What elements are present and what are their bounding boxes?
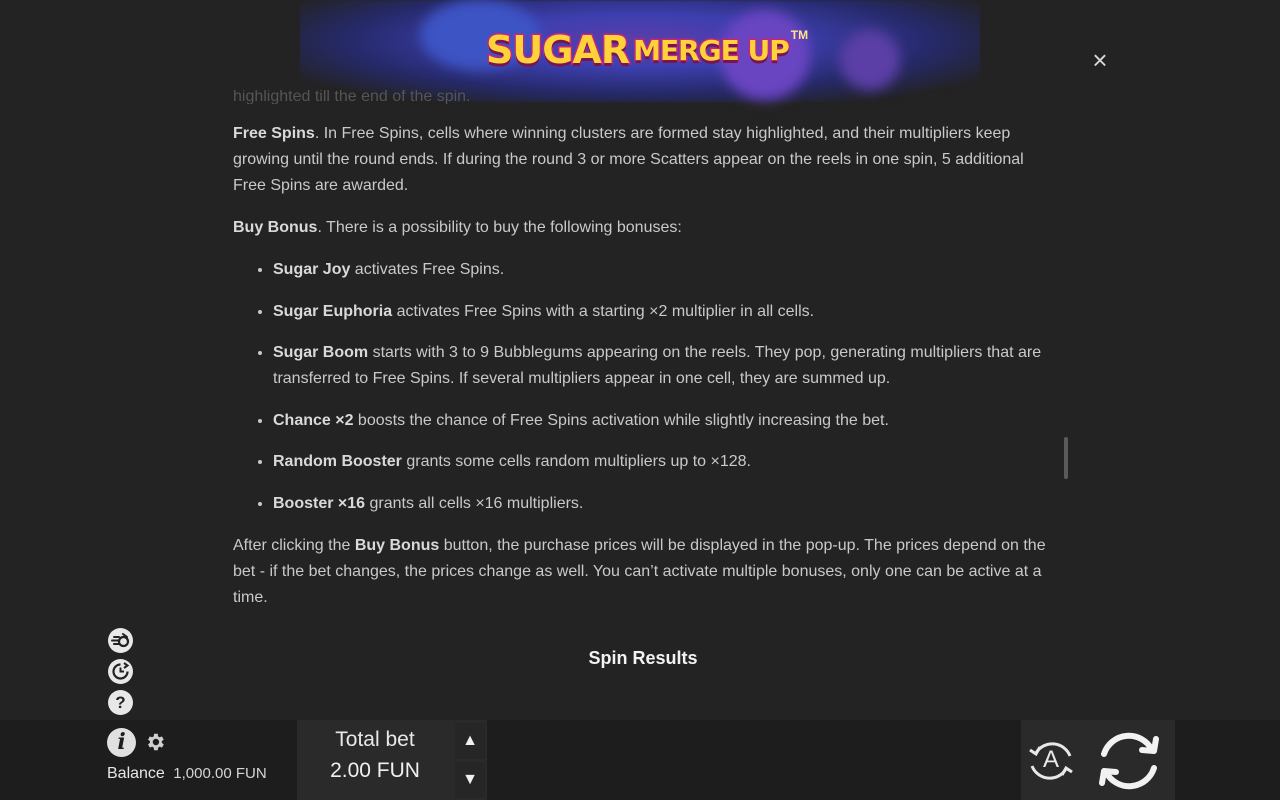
bonus-name: Sugar Boom [273,344,369,362]
bonus-description: grants some cells random multipliers up … [401,453,751,471]
spin-results-title: Spin Results [588,647,698,668]
balance-display: Balance 1,000.00 FUN [107,765,267,783]
bonus-name: Booster ×16 [273,494,366,512]
info-glyph: i [117,729,126,755]
close-icon: × [1092,45,1108,75]
logo-trademark: TM [790,28,809,42]
scrollbar-thumb[interactable] [1064,437,1068,479]
bet-decrease-button[interactable]: ▼ [455,762,485,798]
buy-bonus-paragraph: Buy Bonus. There is a possibility to buy… [233,215,1053,241]
total-bet-label: Total bet [335,728,415,751]
spin-icon [1099,732,1159,790]
bonus-description: activates Free Spins with a starting ×2 … [392,302,815,320]
info-icon[interactable]: i [107,728,136,757]
chevron-down-icon: ▼ [462,771,478,788]
chevron-up-icon: ▲ [462,732,478,749]
logo-text-sub: MERGE UP [632,32,792,68]
list-item: Sugar Euphoria activates Free Spins with… [273,299,1053,325]
fast-spin-glyph [108,628,133,653]
balance-value: 1,000.00 FUN [173,765,267,782]
bonus-name: Random Booster [273,453,402,471]
bet-increase-button[interactable]: ▲ [455,723,485,759]
list-item: Chance ×2 boosts the chance of Free Spin… [273,408,1053,434]
help-icon[interactable]: ? [108,690,133,715]
bonus-description: starts with 3 to 9 Bubblegums appearing … [273,344,1042,388]
bonus-description: grants all cells ×16 multipliers. [365,494,584,512]
balance-label: Balance [107,765,165,782]
autoplay-label: A [1042,746,1059,773]
faded-text-line: highlighted till the end of the spin. [233,90,471,104]
gear-glyph [148,733,164,751]
game-logo: SUGAR MERGE UP TM [484,22,809,78]
bonus-description: boosts the chance of Free Spins activati… [353,411,889,429]
bonus-name: Chance ×2 [273,411,354,429]
bonus-description: activates Free Spins. [350,261,505,278]
list-item: Sugar Joy activates Free Spins. [273,257,1053,283]
bonus-list: Sugar Joy activates Free Spins. Sugar Eu… [233,257,1053,517]
buy-bonus-text: . There is a possibility to buy the foll… [317,219,682,236]
fast-spin-icon[interactable] [108,628,133,653]
banner-blob [840,30,900,90]
after-click-prefix: After clicking the [233,536,355,554]
list-item: Booster ×16 grants all cells ×16 multipl… [273,491,1053,517]
buy-bonus-title: Buy Bonus [233,219,318,236]
bonus-name: Sugar Euphoria [273,302,393,320]
close-button[interactable]: × [1088,45,1112,75]
free-spins-title: Free Spins [233,125,315,142]
total-bet-value: 2.00 FUN [330,759,420,782]
rules-content[interactable]: highlighted till the end of the spin. Fr… [233,90,1053,720]
autoplay-button[interactable]: A [1026,736,1076,786]
logo-text-main: SUGAR [484,27,631,74]
gear-icon[interactable] [144,731,166,758]
bonus-name: Sugar Joy [273,261,351,278]
help-glyph: ? [115,693,126,712]
list-item: Sugar Boom starts with 3 to 9 Bubblegums… [273,340,1053,392]
free-spins-text: . In Free Spins, cells where winning clu… [233,125,1024,194]
spin-button[interactable] [1094,728,1164,794]
free-spins-paragraph: Free Spins. In Free Spins, cells where w… [233,121,1053,199]
list-item: Random Booster grants some cells random … [273,449,1053,475]
history-icon[interactable] [108,659,133,684]
history-glyph [108,659,133,684]
after-click-paragraph: After clicking the Buy Bonus button, the… [233,533,1053,611]
after-click-button-name: Buy Bonus [354,536,440,554]
